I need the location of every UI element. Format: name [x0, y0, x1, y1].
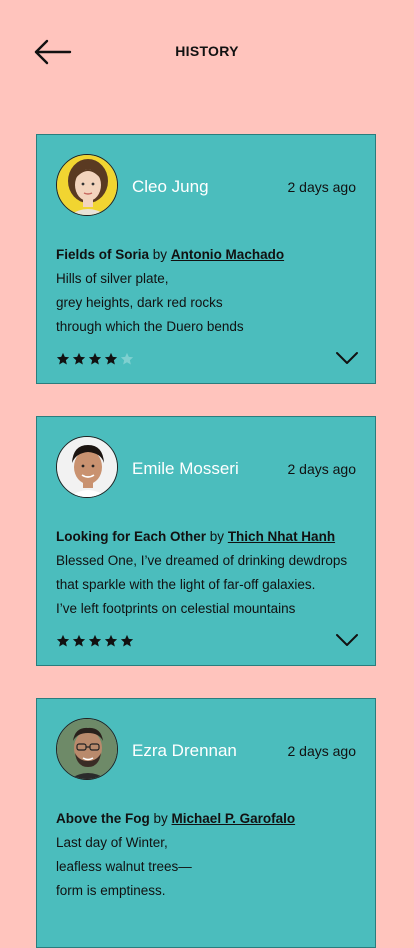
rating-stars[interactable] [56, 352, 136, 366]
poem-title[interactable]: Above the Fog [56, 811, 150, 826]
expand-button[interactable] [335, 631, 359, 649]
chevron-down-icon [336, 352, 358, 364]
star-filled-icon[interactable] [104, 634, 120, 648]
timestamp: 2 days ago [287, 743, 357, 759]
avatar[interactable] [56, 718, 118, 780]
poem-author-link[interactable]: Antonio Machado [171, 247, 284, 262]
history-card[interactable]: Ezra Drennan 2 days ago Above the Fog by… [36, 698, 376, 948]
poem-line: Blessed One, I’ve dreamed of drinking de… [56, 553, 348, 568]
by-label: by [209, 529, 225, 544]
star-empty-icon[interactable] [120, 352, 136, 366]
by-label: by [152, 247, 168, 262]
avatar[interactable] [56, 154, 118, 216]
poem-line: I’ve left footprints on celestial mounta… [56, 601, 296, 616]
poem-header: Above the Fog by Michael P. Garofalo [56, 807, 356, 831]
poem-header: Looking for Each Other by Thich Nhat Han… [56, 525, 356, 549]
poem-header: Fields of Soria by Antonio Machado [56, 243, 356, 267]
avatar[interactable] [56, 436, 118, 498]
star-filled-icon[interactable] [56, 634, 72, 648]
user-name[interactable]: Cleo Jung [132, 177, 209, 197]
poem-excerpt: Looking for Each Other by Thich Nhat Han… [56, 525, 356, 621]
user-name[interactable]: Emile Mosseri [132, 459, 239, 479]
poem-line: form is emptiness. [56, 883, 166, 898]
poem-title[interactable]: Looking for Each Other [56, 529, 206, 544]
star-filled-icon[interactable] [88, 352, 104, 366]
user-name[interactable]: Ezra Drennan [132, 741, 237, 761]
poem-title[interactable]: Fields of Soria [56, 247, 149, 262]
timestamp: 2 days ago [287, 461, 357, 477]
history-card[interactable]: Cleo Jung 2 days ago Fields of Soria by … [36, 134, 376, 384]
chevron-down-icon [336, 634, 358, 646]
by-label: by [153, 811, 168, 826]
poem-line: through which the Duero bends [56, 319, 244, 334]
expand-button[interactable] [335, 349, 359, 367]
star-filled-icon[interactable] [120, 634, 136, 648]
poem-author-link[interactable]: Thich Nhat Hanh [228, 529, 335, 544]
poem-line: grey heights, dark red rocks [56, 295, 223, 310]
timestamp: 2 days ago [287, 179, 357, 195]
star-filled-icon[interactable] [72, 634, 88, 648]
top-bar: HISTORY [0, 0, 414, 104]
poem-line: leafless walnut trees— [56, 859, 192, 874]
history-card[interactable]: Emile Mosseri 2 days ago Looking for Eac… [36, 416, 376, 666]
star-filled-icon[interactable] [72, 352, 88, 366]
rating-stars[interactable] [56, 634, 136, 648]
star-filled-icon[interactable] [104, 352, 120, 366]
poem-excerpt: Above the Fog by Michael P. Garofalo Las… [56, 807, 356, 903]
star-filled-icon[interactable] [56, 352, 72, 366]
page-title: HISTORY [175, 43, 239, 59]
poem-line: Hills of silver plate, [56, 271, 169, 286]
poem-line: that sparkle with the light of far-off g… [56, 577, 316, 592]
poem-author-link[interactable]: Michael P. Garofalo [172, 811, 296, 826]
star-filled-icon[interactable] [88, 634, 104, 648]
poem-line: Last day of Winter, [56, 835, 168, 850]
poem-excerpt: Fields of Soria by Antonio Machado Hills… [56, 243, 356, 339]
